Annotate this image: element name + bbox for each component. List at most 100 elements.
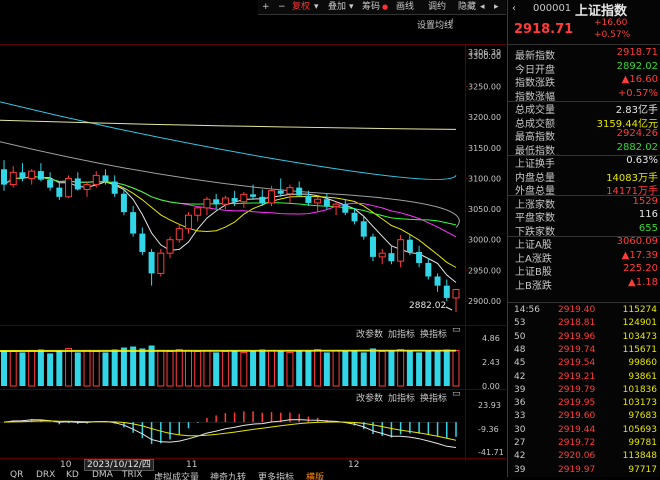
- tab-trix[interactable]: TRIX: [122, 470, 143, 480]
- huaxian-button[interactable]: 画线: [396, 1, 414, 13]
- volume-bar: [93, 351, 99, 386]
- tick-time: 27: [514, 437, 525, 450]
- tick-volume: 105693: [623, 424, 657, 437]
- macd-huan-button[interactable]: 换指标: [420, 391, 447, 404]
- volume-bar: [361, 352, 367, 386]
- back-icon[interactable]: ‹: [512, 3, 516, 14]
- tick-volume: 103173: [623, 397, 657, 410]
- candle-body: [19, 172, 25, 178]
- quote-row-label: 上B涨跌: [515, 277, 552, 292]
- volume-bar: [379, 351, 385, 386]
- candle-body: [167, 240, 173, 253]
- tick-time: 36: [514, 397, 525, 410]
- tick-price: 2919.44: [558, 424, 595, 437]
- yincang-button[interactable]: 隐藏: [458, 1, 476, 13]
- candle-body: [66, 178, 72, 196]
- candle-body: [204, 199, 210, 208]
- price-tick-label: 3050.00: [468, 205, 501, 214]
- divider: [508, 44, 660, 45]
- tick-price: 2919.60: [558, 410, 595, 423]
- volume-bar: [407, 351, 413, 386]
- stock-name: 上证指数: [575, 0, 627, 19]
- tick-volume: 101836: [623, 384, 657, 397]
- candle-body: [352, 213, 358, 222]
- tab-drx[interactable]: DRX: [36, 470, 55, 480]
- volume-bar: [241, 352, 247, 386]
- tick-time: 48: [514, 344, 525, 357]
- tab-qr[interactable]: QR: [10, 470, 23, 480]
- candle-body: [453, 290, 459, 298]
- tick-price: 2918.81: [558, 317, 595, 330]
- macd-jia-button[interactable]: 加指标: [388, 391, 415, 404]
- candle-body: [176, 229, 182, 240]
- tick-time: 45: [514, 357, 525, 370]
- candle-body: [56, 188, 62, 197]
- tick-row: 33 2919.60 97683: [508, 410, 660, 423]
- diejia-button[interactable]: 叠加: [328, 1, 346, 13]
- prev-button[interactable]: ◂: [480, 1, 485, 13]
- volume-bar: [112, 349, 118, 386]
- vol-collapse-icon[interactable]: ▭: [452, 325, 461, 335]
- candle-body: [333, 204, 339, 206]
- tick-volume: 97683: [628, 410, 657, 423]
- volume-bar: [342, 351, 348, 386]
- macd-collapse-icon[interactable]: ▭: [452, 389, 461, 399]
- tick-row: 502919.96103473: [508, 331, 660, 344]
- candle-body: [1, 169, 7, 184]
- tick-volume: 97717: [628, 464, 657, 477]
- tick-row: 392919.9797717: [508, 464, 660, 477]
- macd-gai-button[interactable]: 改参数: [356, 391, 383, 404]
- volume-bar: [259, 349, 265, 386]
- fuquan-dropdown-icon[interactable]: ▾: [314, 1, 319, 13]
- volume-bar: [305, 351, 311, 386]
- ma-setting-icon[interactable]: ⟊: [451, 17, 453, 27]
- volume-bar: [19, 352, 25, 386]
- candle-body: [93, 175, 99, 184]
- next-button[interactable]: ▸: [494, 1, 499, 13]
- chart-toolbar: + − 复权 ▾ 叠加 ▾ 筹码 ● 画线 调约 隐藏 ◂ ▸: [258, 0, 506, 15]
- vol-huan-button[interactable]: 换指标: [420, 327, 447, 340]
- tab-more-indicators[interactable]: 更多指标: [258, 470, 294, 480]
- chart-canvas[interactable]: 3306.393300.003250.003200.003150.003100.…: [0, 0, 506, 477]
- tick-row: 272919.7299781: [508, 437, 660, 450]
- candle-body: [407, 240, 413, 252]
- tick-time: 50: [514, 331, 525, 344]
- tick-price: 2919.72: [558, 437, 595, 450]
- volume-bar: [102, 352, 108, 386]
- duanqi-button[interactable]: 调约: [428, 1, 446, 13]
- quote-row-value: 116: [639, 209, 658, 220]
- volume-bar: [296, 350, 302, 386]
- diejia-dropdown-icon[interactable]: ▾: [349, 1, 354, 13]
- tab-virtual-volume[interactable]: 虚拟成交量: [154, 470, 199, 480]
- volume-bar: [1, 350, 7, 386]
- quote-panel: ‹ 000001 上证指数 2918.71 +16.60 +0.57% 最新指数…: [507, 0, 660, 477]
- candle-body: [241, 194, 247, 201]
- candle-body: [158, 253, 164, 273]
- ma-setting-button[interactable]: 设置均线: [417, 18, 453, 31]
- tab-dma[interactable]: DMA: [92, 470, 113, 480]
- low-price-label: 2882.02: [409, 301, 446, 311]
- tick-time: 30: [514, 424, 525, 437]
- volume-bar: [222, 351, 228, 386]
- volume-bar: [278, 351, 284, 386]
- tick-time: 39: [514, 464, 525, 477]
- tick-time: 33: [514, 410, 525, 423]
- fuquan-button[interactable]: 复权: [292, 1, 310, 13]
- zoom-out-button[interactable]: −: [278, 1, 286, 13]
- tab-magic-nine[interactable]: 神奇九转: [210, 470, 246, 480]
- divider: [508, 302, 660, 303]
- tick-price: 2919.74: [558, 344, 595, 357]
- tab-horizontal[interactable]: 横版: [306, 470, 324, 480]
- quote-row-value: 655: [639, 223, 658, 234]
- choumai-button[interactable]: 筹码: [362, 1, 380, 13]
- kline-chart[interactable]: 3306.393300.003250.003200.003150.003100.…: [0, 0, 506, 477]
- candle-body: [121, 194, 127, 212]
- vol-tick-label: 2.43: [482, 358, 500, 367]
- tick-row: 14:562919.40115274: [508, 304, 660, 317]
- vol-jia-button[interactable]: 加指标: [388, 327, 415, 340]
- candle-body: [287, 188, 293, 194]
- zoom-in-button[interactable]: +: [262, 1, 270, 13]
- tick-price: 2919.79: [558, 384, 595, 397]
- tab-kd[interactable]: KD: [66, 470, 79, 480]
- vol-gai-button[interactable]: 改参数: [356, 327, 383, 340]
